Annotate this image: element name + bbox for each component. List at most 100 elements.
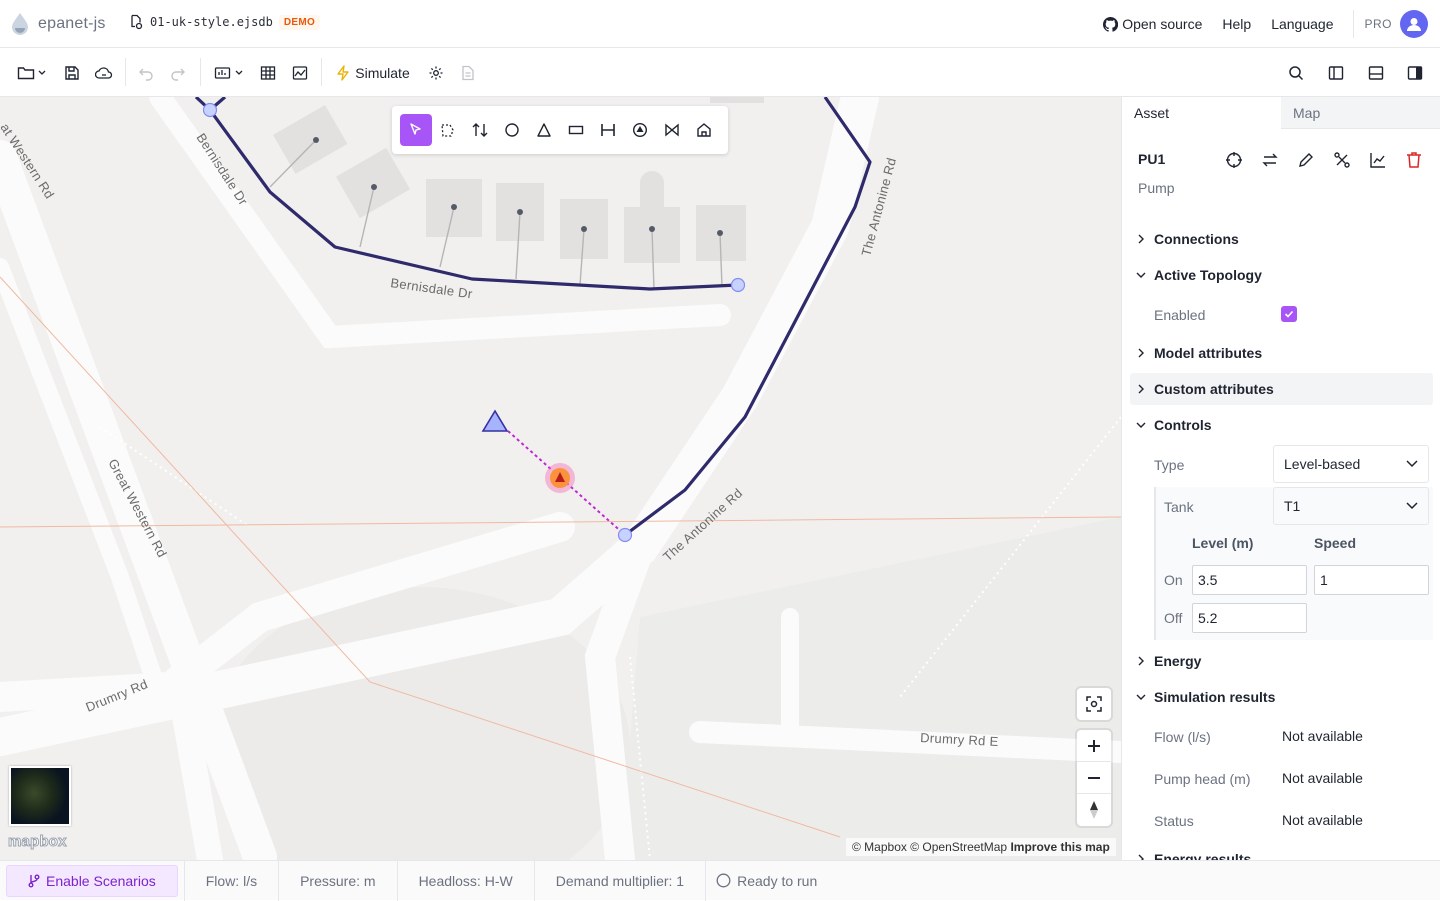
- flow-units[interactable]: Flow: l/s: [183, 860, 280, 901]
- section-simulation-results[interactable]: Simulation results: [1130, 681, 1433, 713]
- asset-type: Pump: [1138, 180, 1175, 196]
- section-energy-results[interactable]: Energy results: [1130, 843, 1433, 860]
- left-panel-toggle[interactable]: [1326, 60, 1346, 86]
- section-controls[interactable]: Controls: [1130, 409, 1433, 441]
- right-panel-toggle[interactable]: [1405, 60, 1425, 86]
- plan-badge: PRO: [1353, 10, 1392, 38]
- run-status: Ready to run: [706, 861, 838, 901]
- zoom-control: [1077, 730, 1111, 826]
- disconnect-button[interactable]: [1330, 150, 1354, 170]
- section-connections[interactable]: Connections: [1130, 223, 1433, 255]
- locate-asset-button[interactable]: [1222, 150, 1246, 170]
- tank-select[interactable]: T1: [1273, 487, 1429, 525]
- circle-icon: [504, 122, 520, 138]
- help-link[interactable]: Help: [1222, 16, 1251, 32]
- swap-arrows-icon: [1258, 150, 1282, 170]
- off-level-input[interactable]: 5.2: [1192, 603, 1307, 633]
- undo-button[interactable]: [136, 60, 156, 86]
- improve-map-link[interactable]: Improve this map: [1010, 840, 1109, 854]
- edit-button[interactable]: [1294, 150, 1318, 170]
- customer-tool-button[interactable]: [688, 114, 720, 146]
- lasso-select-icon: [439, 121, 457, 139]
- lasso-tool-button[interactable]: [432, 114, 464, 146]
- demand-multiplier[interactable]: Demand multiplier: 1: [535, 860, 707, 901]
- zoom-out-button[interactable]: [1077, 762, 1111, 794]
- panel-tabs: Asset Map: [1122, 97, 1440, 129]
- reservoir-tool-button[interactable]: [528, 114, 560, 146]
- headloss-formula[interactable]: Headloss: H-W: [398, 860, 535, 901]
- on-speed-input[interactable]: 1: [1314, 565, 1429, 595]
- mapbox-logo[interactable]: mapbox: [8, 833, 68, 851]
- locate-control[interactable]: [1077, 688, 1111, 720]
- tank-tool-button[interactable]: [560, 114, 592, 146]
- section-label: Energy: [1154, 653, 1202, 669]
- top-nav: Open source Help Language PRO: [1103, 0, 1440, 48]
- bottom-panel-toggle[interactable]: [1366, 60, 1386, 86]
- plus-icon: [1087, 739, 1101, 753]
- status-label: Status: [1154, 813, 1194, 829]
- minus-icon: [1087, 771, 1101, 785]
- pump-head-label: Pump head (m): [1154, 771, 1251, 787]
- on-level-input[interactable]: 3.5: [1192, 565, 1307, 595]
- control-type-select[interactable]: Level-based: [1273, 445, 1429, 483]
- chart-button[interactable]: [1366, 150, 1390, 170]
- save-cloud-button[interactable]: [93, 60, 115, 86]
- map-canvas[interactable]: at Western Rd Bernisdale Dr Bernisdale D…: [0, 97, 1121, 860]
- section-energy[interactable]: Energy: [1130, 645, 1433, 677]
- simulate-button[interactable]: Simulate: [333, 60, 413, 86]
- section-active-topology[interactable]: Active Topology: [1130, 259, 1433, 291]
- import-chart-icon: [214, 65, 232, 81]
- enabled-label: Enabled: [1154, 307, 1206, 323]
- app-logo[interactable]: epanet-js: [10, 12, 106, 36]
- report-file-button[interactable]: [459, 60, 477, 86]
- open-file-button[interactable]: [14, 60, 48, 86]
- osm-attribution[interactable]: © OpenStreetMap: [910, 840, 1007, 854]
- section-label: Simulation results: [1154, 689, 1276, 705]
- tab-map[interactable]: Map: [1281, 97, 1440, 129]
- enable-scenarios-button[interactable]: Enable Scenarios: [6, 864, 178, 897]
- chevron-down-icon: [1136, 692, 1146, 702]
- tank-value: T1: [1284, 498, 1301, 514]
- report-button[interactable]: [290, 60, 310, 86]
- pipe-tool-button[interactable]: [592, 114, 624, 146]
- compass-button[interactable]: [1077, 794, 1111, 826]
- select-tool-button[interactable]: [400, 114, 432, 146]
- section-custom-attributes[interactable]: Custom attributes: [1130, 373, 1433, 405]
- chevron-down-icon: [1406, 502, 1418, 510]
- zoom-in-button[interactable]: [1077, 730, 1111, 762]
- valve-tool-button[interactable]: [656, 114, 688, 146]
- section-model-attributes[interactable]: Model attributes: [1130, 337, 1433, 369]
- reshape-tool-button[interactable]: [464, 114, 496, 146]
- delete-button[interactable]: [1402, 150, 1426, 170]
- search-button[interactable]: [1286, 60, 1306, 86]
- rectangle-icon: [568, 122, 584, 138]
- save-icon: [64, 65, 80, 81]
- toolbar: Simulate: [0, 48, 1440, 97]
- chevron-down-icon: [235, 70, 243, 76]
- line-chart-icon: [1366, 150, 1390, 170]
- language-link[interactable]: Language: [1271, 16, 1333, 32]
- pump-tool-button[interactable]: [624, 114, 656, 146]
- draw-toolbar: [392, 106, 728, 154]
- toolbar-separator: [321, 58, 322, 86]
- redo-button[interactable]: [168, 60, 188, 86]
- pump-icon: [632, 122, 648, 138]
- import-button[interactable]: [211, 60, 245, 86]
- tab-asset[interactable]: Asset: [1122, 97, 1281, 129]
- junction-tool-button[interactable]: [496, 114, 528, 146]
- asset-id: PU1: [1138, 151, 1166, 167]
- table-icon: [260, 65, 276, 81]
- save-button[interactable]: [62, 60, 82, 86]
- reverse-button[interactable]: [1258, 150, 1282, 170]
- panel-bottom-icon: [1368, 65, 1384, 81]
- mapbox-attribution[interactable]: © Mapbox: [852, 840, 907, 854]
- simulation-settings-button[interactable]: [427, 60, 445, 86]
- locate-button[interactable]: [1077, 688, 1111, 720]
- table-button[interactable]: [258, 60, 278, 86]
- pressure-units[interactable]: Pressure: m: [279, 860, 398, 901]
- avatar[interactable]: [1400, 10, 1428, 38]
- open-source-link[interactable]: Open source: [1103, 16, 1202, 32]
- minimap-globe[interactable]: [9, 766, 71, 826]
- chevron-right-icon: [1136, 348, 1146, 358]
- enabled-checkbox[interactable]: [1281, 306, 1297, 322]
